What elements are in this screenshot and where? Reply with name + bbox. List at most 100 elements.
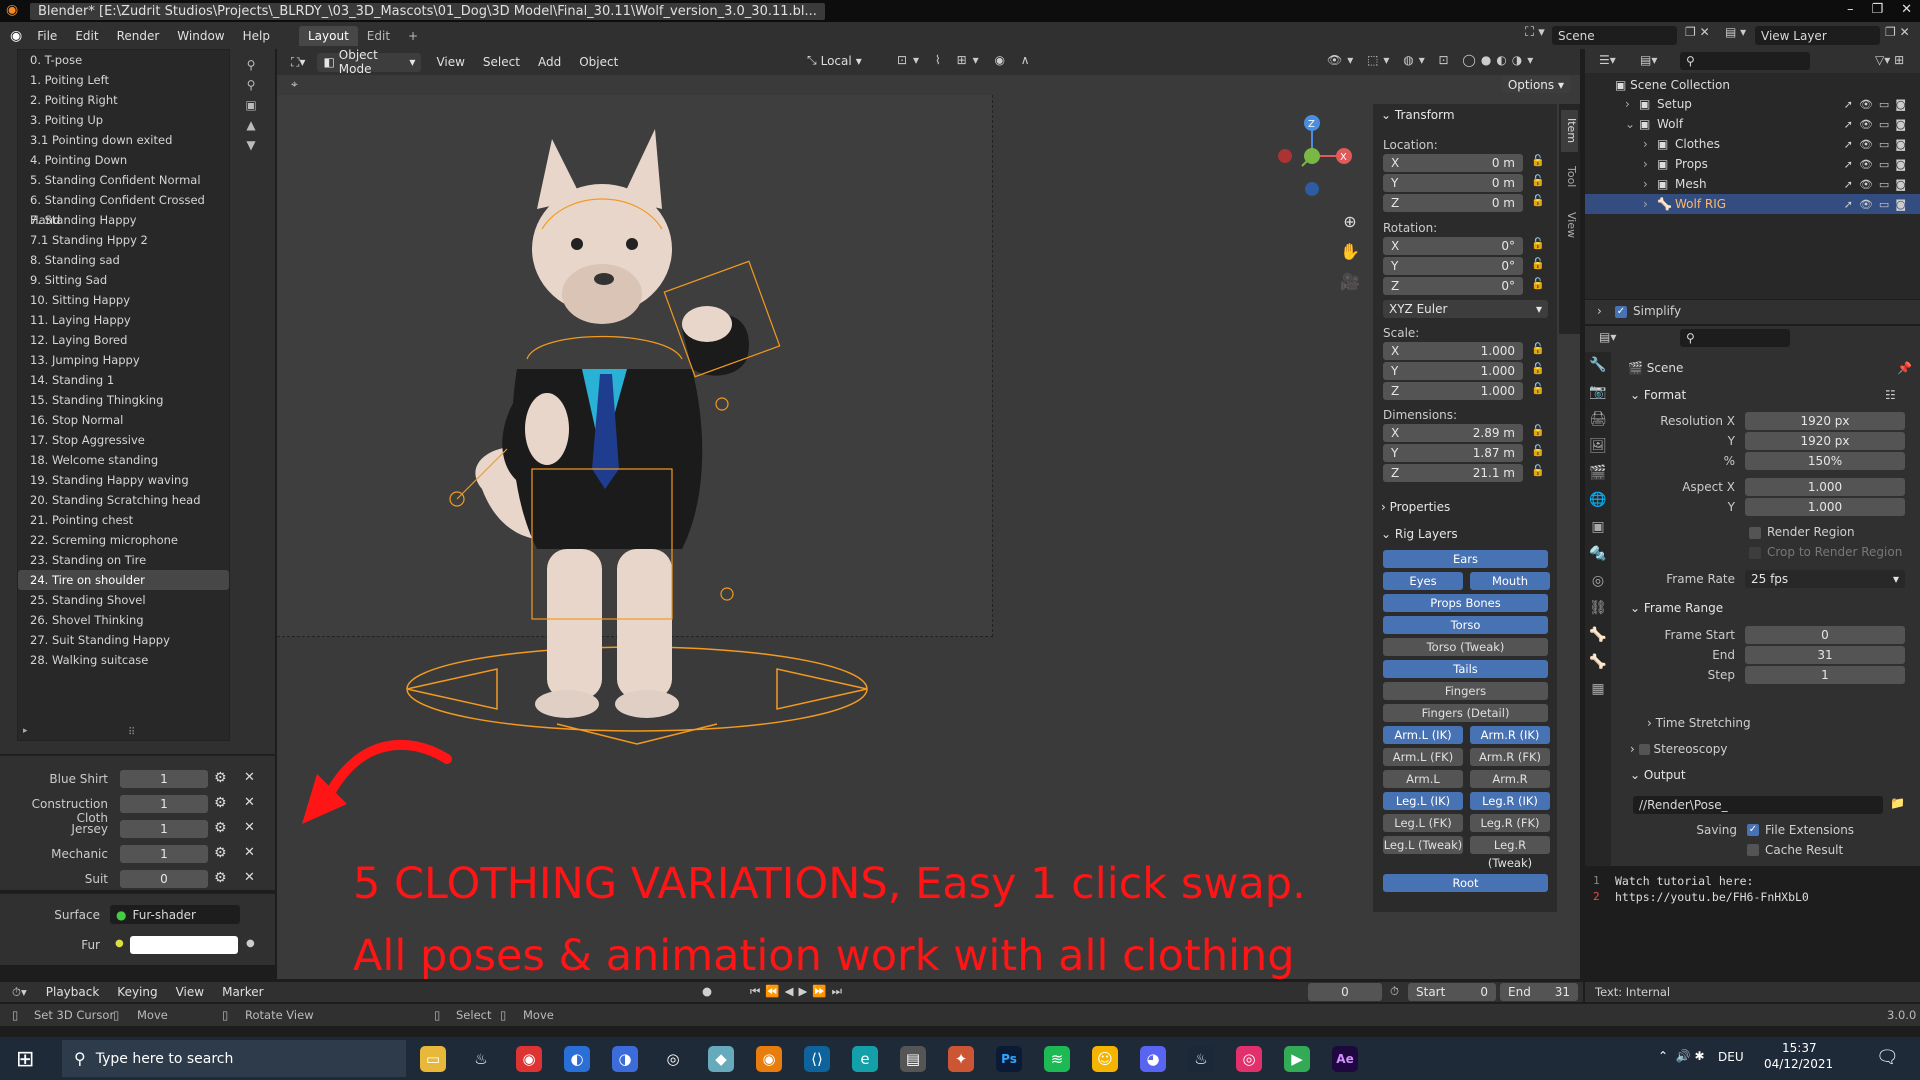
- rig-layer-eyes-button[interactable]: Eyes: [1383, 572, 1463, 590]
- photoshop-icon[interactable]: Ps: [996, 1046, 1022, 1072]
- file-explorer-icon[interactable]: ▭: [420, 1046, 446, 1072]
- filter-icon[interactable]: ▽▾ ⊞: [1875, 53, 1904, 67]
- pin-icon[interactable]: 📌: [1897, 361, 1912, 375]
- rig-layer-leg-r-tweak-button[interactable]: Leg.R (Tweak): [1470, 836, 1550, 870]
- rig-layer-leg-l-ik-button[interactable]: Leg.L (IK): [1383, 792, 1463, 810]
- rig-layer-torso-tweak-button[interactable]: Torso (Tweak): [1383, 638, 1548, 656]
- app-icon-6[interactable]: ▶: [1284, 1046, 1310, 1072]
- pose-list-item[interactable]: 24. Tire on shoulder: [18, 570, 229, 590]
- app-icon-3[interactable]: ◎: [660, 1046, 686, 1072]
- pose-list-item[interactable]: 3. Poiting Up: [18, 110, 229, 130]
- pose-list-item[interactable]: 27. Suit Standing Happy: [18, 630, 229, 650]
- timeline-start-field[interactable]: Start 0: [1408, 983, 1496, 1001]
- scale-field[interactable]: Y 1.000: [1383, 362, 1523, 380]
- expand-arrow-icon[interactable]: ›: [1643, 137, 1657, 151]
- scene-tab-icon[interactable]: 🎬: [1585, 460, 1611, 487]
- rig-layer-root-button[interactable]: Root: [1383, 874, 1548, 892]
- pose-list-item[interactable]: 4. Pointing Down: [18, 150, 229, 170]
- pose-list-item[interactable]: 1. Poiting Left: [18, 70, 229, 90]
- chrome-icon[interactable]: ◉: [516, 1046, 542, 1072]
- rig-layer-mouth-button[interactable]: Mouth: [1470, 572, 1550, 590]
- visibility-toggles-icon[interactable]: ➚👁▭◙: [1844, 158, 1912, 171]
- simplify-expand-icon[interactable]: ›: [1597, 304, 1602, 318]
- lock-icon[interactable]: 🔓: [1531, 362, 1545, 375]
- output-header[interactable]: ⌄ Output: [1630, 768, 1686, 782]
- menu-render[interactable]: Render: [108, 29, 169, 43]
- clothing-value-field[interactable]: 1: [120, 795, 208, 813]
- pose-list-item[interactable]: 15. Standing Thingking: [18, 390, 229, 410]
- menu-edit[interactable]: Edit: [66, 29, 107, 43]
- render-tab-icon[interactable]: 📷: [1585, 379, 1611, 406]
- timeline-menu-playback[interactable]: Playback: [37, 985, 109, 999]
- lock-icon[interactable]: 🔓: [1531, 382, 1545, 395]
- visibility-toggles-icon[interactable]: ➚👁▭◙: [1844, 98, 1912, 111]
- language-indicator[interactable]: DEU: [1718, 1050, 1744, 1064]
- add-workspace-button[interactable]: +: [399, 26, 427, 46]
- pose-list-item[interactable]: 5. Standing Confident Normal: [18, 170, 229, 190]
- fur-keyframe-icon[interactable]: ●: [246, 938, 255, 949]
- move-down-icon[interactable]: ▼: [243, 135, 259, 155]
- blender-menu-icon[interactable]: ◉: [0, 28, 28, 44]
- spotify-icon[interactable]: ≋: [1044, 1046, 1070, 1072]
- frame-rate-select[interactable]: 25 fps ▾: [1745, 570, 1905, 588]
- outliner-editor-icon[interactable]: ☰▾: [1599, 53, 1616, 67]
- tab-layout[interactable]: Layout: [298, 25, 358, 46]
- scene-selector[interactable]: Scene: [1552, 26, 1677, 45]
- new-scene-icon[interactable]: ❐ ✕: [1685, 25, 1710, 39]
- menu-help[interactable]: Help: [234, 29, 279, 43]
- tab-edit[interactable]: Edit: [358, 26, 399, 46]
- visibility-toggles-icon[interactable]: ➚👁▭◙: [1844, 198, 1912, 211]
- pan-hand-icon[interactable]: ✋: [1335, 237, 1365, 267]
- rig-layer-props-bones-button[interactable]: Props Bones: [1383, 594, 1548, 612]
- stereoscopy-header[interactable]: › Stereoscopy: [1630, 742, 1727, 756]
- timeline-menu-marker[interactable]: Marker: [213, 985, 272, 999]
- pose-list-item[interactable]: 22. Screming microphone: [18, 530, 229, 550]
- dimensions-field[interactable]: Z 21.1 m: [1383, 464, 1523, 482]
- location-field[interactable]: Z 0 m: [1383, 194, 1523, 212]
- resolution-pct-field[interactable]: 150%: [1745, 452, 1905, 470]
- outliner-row[interactable]: › ▣ Props ➚👁▭◙: [1585, 154, 1920, 174]
- visibility-toggles-icon[interactable]: ➚👁▭◙: [1844, 138, 1912, 151]
- cache-result-checkbox[interactable]: [1747, 844, 1759, 856]
- pose-list-item[interactable]: 11. Laying Happy: [18, 310, 229, 330]
- close-icon[interactable]: ✕: [244, 820, 255, 835]
- navigation-gizmo[interactable]: Z X: [1267, 111, 1357, 201]
- format-presets-icon[interactable]: ☷: [1885, 388, 1896, 402]
- pose-list-item[interactable]: 9. Sitting Sad: [18, 270, 229, 290]
- list-expand-icon[interactable]: ▸: [23, 726, 28, 736]
- surface-shader-field[interactable]: ● Fur-shader: [110, 905, 240, 924]
- lock-icon[interactable]: 🔓: [1531, 424, 1545, 437]
- resolution-x-field[interactable]: 1920 px: [1745, 412, 1905, 430]
- stereoscopy-checkbox[interactable]: [1638, 744, 1650, 755]
- expand-arrow-icon[interactable]: ›: [1643, 177, 1657, 191]
- pose-list-item[interactable]: 10. Sitting Happy: [18, 290, 229, 310]
- steam-icon[interactable]: ♨: [468, 1046, 494, 1072]
- simplify-checkbox[interactable]: ✓: [1615, 306, 1627, 318]
- close-button[interactable]: ✕: [1901, 2, 1912, 17]
- pose-list-item[interactable]: 16. Stop Normal: [18, 410, 229, 430]
- file-extensions-checkbox[interactable]: ✓: [1747, 824, 1759, 836]
- rig-layer-leg-r-ik-button[interactable]: Leg.R (IK): [1470, 792, 1550, 810]
- pose-list-item[interactable]: 20. Standing Scratching head: [18, 490, 229, 510]
- lock-icon[interactable]: 🔓: [1531, 154, 1545, 167]
- expand-arrow-icon[interactable]: ›: [1643, 157, 1657, 171]
- tab-view[interactable]: View: [1561, 204, 1578, 246]
- timeline-menu-keying[interactable]: Keying: [108, 985, 166, 999]
- resolution-y-field[interactable]: 1920 px: [1745, 432, 1905, 450]
- edge-icon[interactable]: e: [852, 1046, 878, 1072]
- rig-layer-arm-l-tweak-button[interactable]: Arm.L (Tweak): [1383, 770, 1463, 804]
- frame-range-header[interactable]: ⌄ Frame Range: [1630, 601, 1723, 615]
- rig-layer-leg-r-fk-button[interactable]: Leg.R (FK): [1470, 814, 1550, 832]
- pose-search-icon[interactable]: ⚲: [243, 55, 259, 75]
- expand-arrow-icon[interactable]: ›: [1643, 197, 1657, 211]
- pose-view-icon[interactable]: ⚲: [243, 75, 259, 95]
- pose-list-item[interactable]: 18. Welcome standing: [18, 450, 229, 470]
- transform-orientation[interactable]: ⤡ Local ▾: [807, 53, 862, 68]
- notification-icon[interactable]: 🗨: [1876, 1047, 1899, 1068]
- playback-controls[interactable]: ⏮⏪◀▶⏩⏭: [750, 984, 847, 999]
- rig-layer-tails-button[interactable]: Tails: [1383, 660, 1548, 678]
- pose-list-item[interactable]: 12. Laying Bored: [18, 330, 229, 350]
- rig-layer-fingers-detail-button[interactable]: Fingers (Detail): [1383, 704, 1548, 722]
- lock-icon[interactable]: 🔓: [1531, 257, 1545, 270]
- editor-type-icon[interactable]: ⛶▾: [277, 55, 311, 70]
